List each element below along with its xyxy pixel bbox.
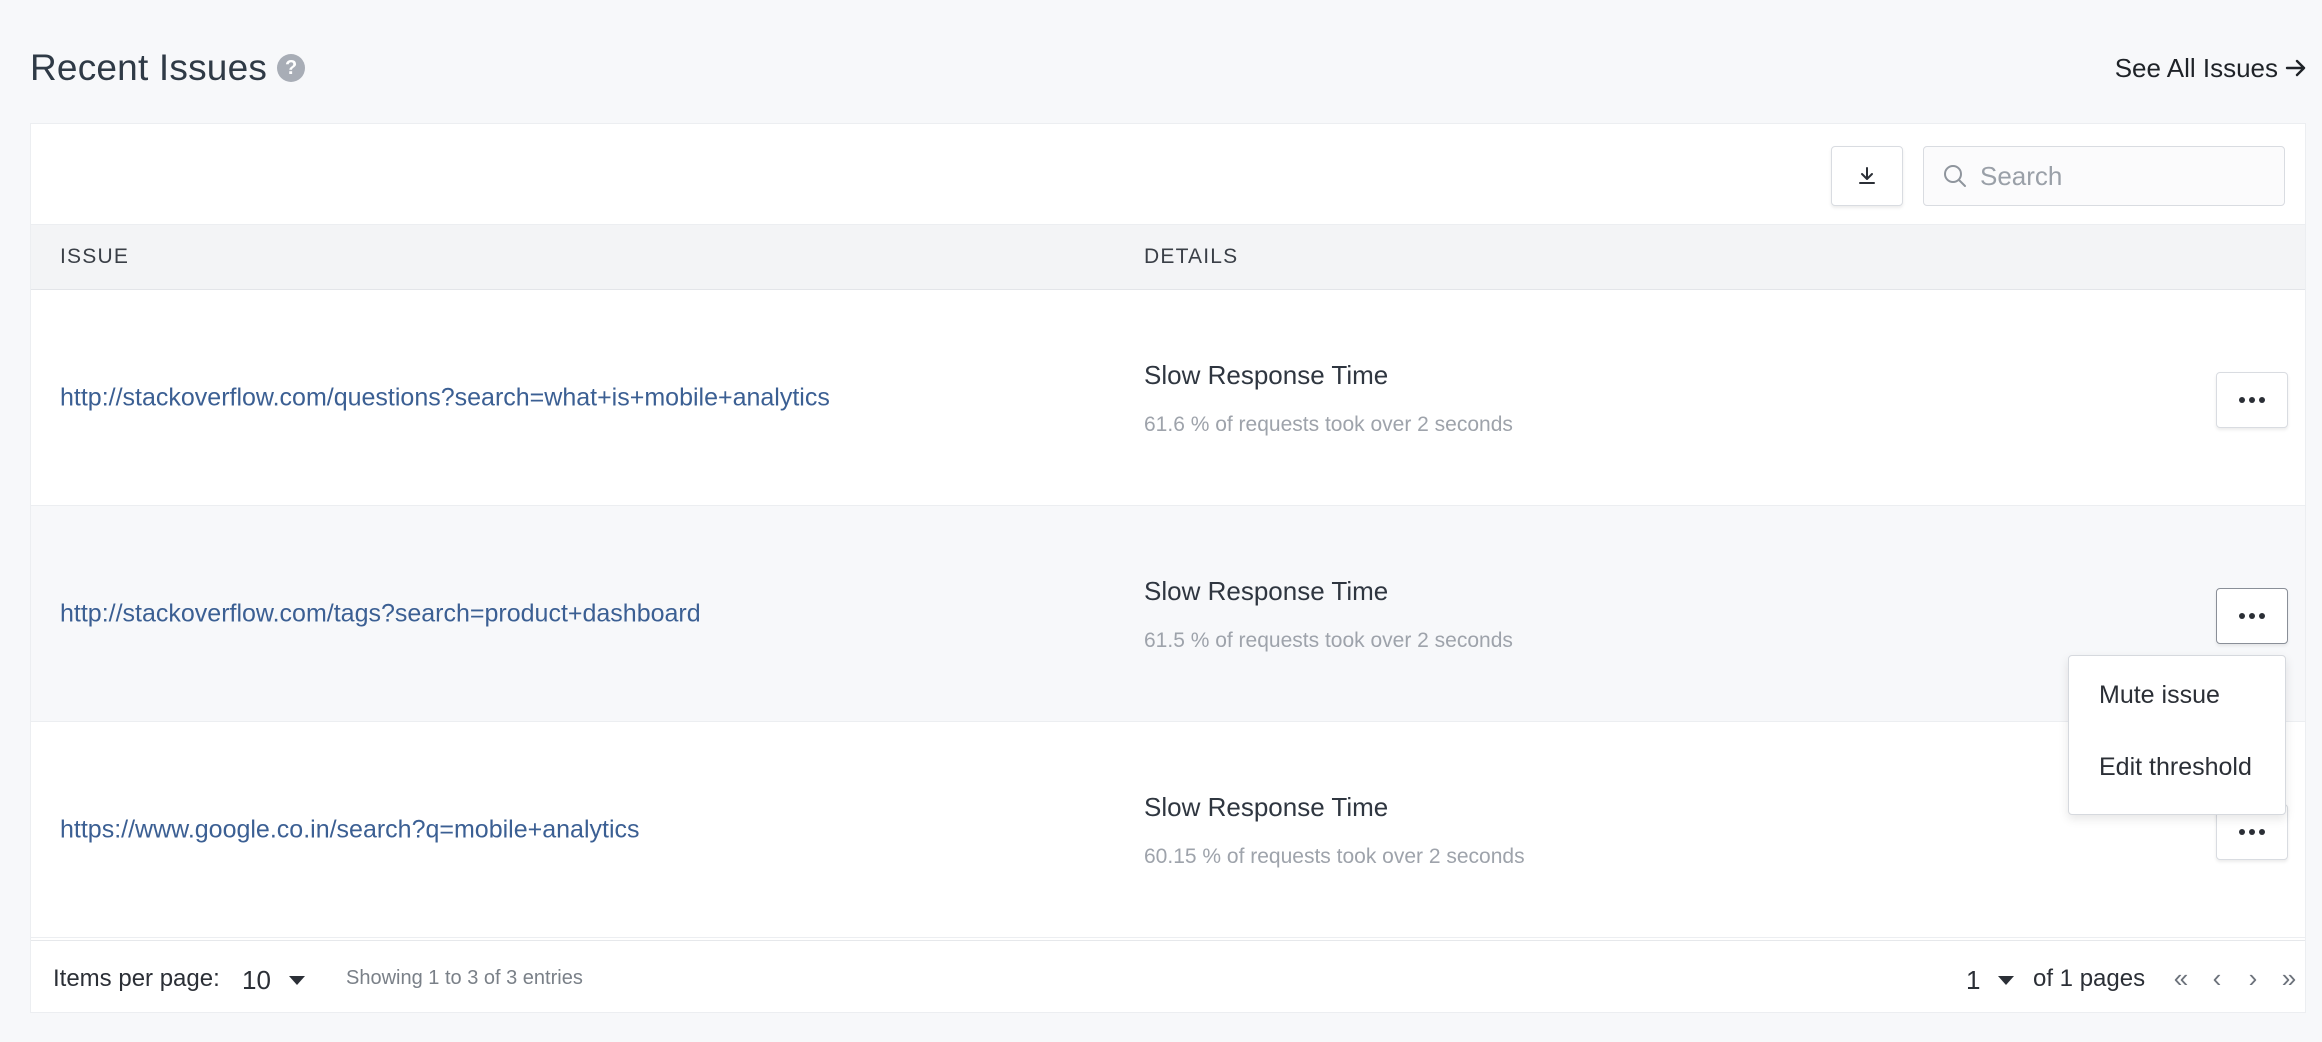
question-circle-icon[interactable]: ? [277,54,306,82]
issue-details: Slow Response Time 61.6 % of requests to… [1144,360,1513,437]
more-dots-icon [2259,829,2265,835]
search-icon [1944,165,1966,187]
row-more-button[interactable] [2216,372,2288,428]
table-toolbar [31,124,2305,224]
page-select-value: 1 [1966,965,1981,995]
column-header-details: DETAILS [1144,245,1239,268]
more-dots-icon [2239,613,2245,619]
table-footer: Items per page: 10 Showing 1 to 3 of 3 e… [31,940,2305,1014]
issue-link[interactable]: https://www.google.co.in/search?q=mobile… [60,815,640,844]
page-title: Recent Issues [30,47,268,88]
issue-details: Slow Response Time 61.5 % of requests to… [1144,576,1513,653]
detail-title: Slow Response Time [1144,576,1389,606]
search-box [1923,146,2285,206]
title-group: Recent Issues ? [30,47,306,89]
caret-down-icon [1998,976,2015,985]
see-all-issues-label: See All Issues [2114,52,2278,83]
download-button[interactable] [1831,146,1903,206]
table-row: https://www.google.co.in/search?q=mobile… [31,722,2305,938]
of-pages-text: of 1 pages [2033,965,2146,992]
search-input[interactable] [1980,160,2270,192]
showing-entries-text: Showing 1 to 3 of 3 entries [346,967,583,989]
table-row: http://stackoverflow.com/tags?search=pro… [31,506,2305,722]
more-dots-icon [2239,397,2245,403]
items-per-page-select[interactable]: 10 [242,965,305,996]
next-page-icon[interactable]: › [2243,963,2263,994]
download-icon [1859,167,1875,184]
prev-page-icon[interactable]: ‹ [2207,963,2227,994]
menu-item-mute-issue[interactable]: Mute issue [2069,681,2285,753]
detail-subtitle: 60.15 % of requests took over 2 seconds [1144,845,1525,868]
column-header-issue: ISSUE [60,245,130,268]
items-per-page-label: Items per page: [53,965,220,992]
pagination-controls: « ‹ › » [2171,963,2299,994]
items-per-page-value: 10 [242,965,271,995]
last-page-icon[interactable]: » [2279,963,2299,994]
see-all-issues-link[interactable]: See All Issues [2115,53,2308,84]
caret-down-icon [288,976,305,985]
row-more-button[interactable] [2216,588,2288,644]
issue-details: Slow Response Time 60.15 % of requests t… [1144,792,1525,869]
more-dots-icon [2249,829,2255,835]
detail-subtitle: 61.6 % of requests took over 2 seconds [1144,413,1513,436]
more-dots-icon [2249,613,2255,619]
more-dots-icon [2239,829,2245,835]
more-dots-icon [2249,397,2255,403]
page-header: Recent Issues ? See All Issues [30,40,2308,96]
row-actions-menu: Mute issue Edit threshold [2068,655,2286,815]
page-select[interactable]: 1 [1966,965,2015,996]
table-header: ISSUE DETAILS [31,224,2305,290]
detail-title: Slow Response Time [1144,792,1389,822]
issue-link[interactable]: http://stackoverflow.com/questions?searc… [60,383,830,412]
menu-item-edit-threshold[interactable]: Edit threshold [2069,753,2285,825]
detail-subtitle: 61.5 % of requests took over 2 seconds [1144,629,1513,652]
more-dots-icon [2259,613,2265,619]
issue-link[interactable]: http://stackoverflow.com/tags?search=pro… [60,599,701,628]
table-row: http://stackoverflow.com/questions?searc… [31,290,2305,506]
more-dots-icon [2259,397,2265,403]
arrow-right-icon [2285,59,2306,77]
first-page-icon[interactable]: « [2171,963,2191,994]
detail-title: Slow Response Time [1144,360,1389,390]
issues-card: ISSUE DETAILS http://stackoverflow.com/q… [30,123,2306,1013]
